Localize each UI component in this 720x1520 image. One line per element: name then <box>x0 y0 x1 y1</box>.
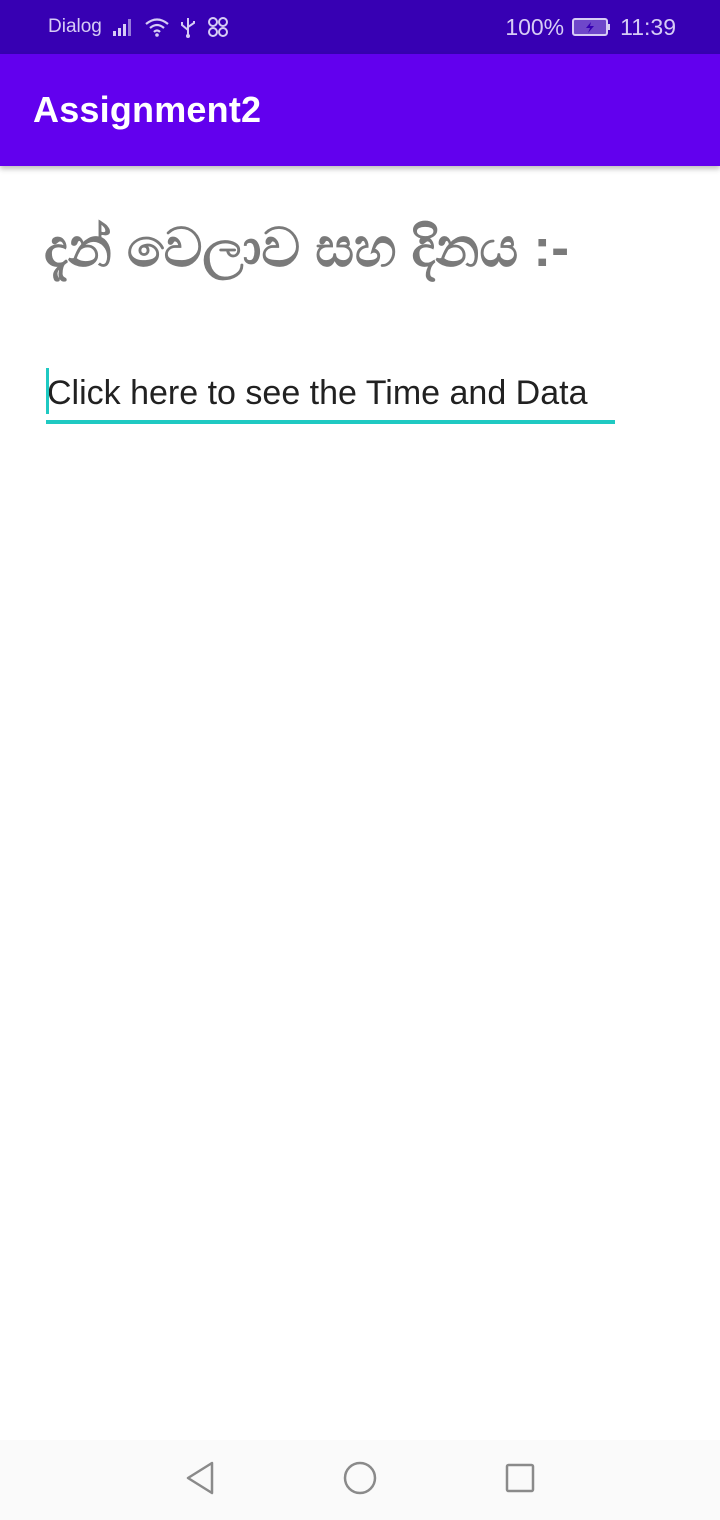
status-left: Dialog <box>48 0 230 54</box>
battery-charging-icon <box>572 17 612 37</box>
recents-icon <box>504 1462 536 1499</box>
back-button[interactable] <box>180 1460 220 1500</box>
carrier-name: Dialog <box>48 16 102 37</box>
app-bar: Assignment2 <box>0 54 720 166</box>
input-underline <box>46 420 615 424</box>
text-cursor <box>46 368 49 414</box>
recents-button[interactable] <box>500 1460 540 1500</box>
input-text: Click here to see the Time and Data <box>47 374 588 412</box>
clock: 11:39 <box>620 13 676 40</box>
date-time-heading: දැන් වෙලාව සහ දිනය :- <box>44 218 570 278</box>
wifi-icon <box>144 16 170 38</box>
back-icon <box>184 1460 216 1501</box>
usb-icon <box>180 16 196 38</box>
home-button[interactable] <box>340 1460 380 1500</box>
signal-icon <box>112 17 134 37</box>
home-icon <box>342 1460 378 1501</box>
date-time-input[interactable]: Click here to see the Time and Data <box>46 366 615 424</box>
navigation-bar <box>0 1440 720 1520</box>
status-bar: Dialog 100% 11:39 <box>0 0 720 54</box>
app-title: Assignment2 <box>33 89 262 130</box>
battery-percent: 100% <box>505 13 565 40</box>
nfc-icon <box>206 16 230 38</box>
status-right: 100% 11:39 <box>505 0 676 54</box>
app-screen: Dialog 100% 11:39 Assignment2 දැන් වෙලාව… <box>0 0 720 1520</box>
